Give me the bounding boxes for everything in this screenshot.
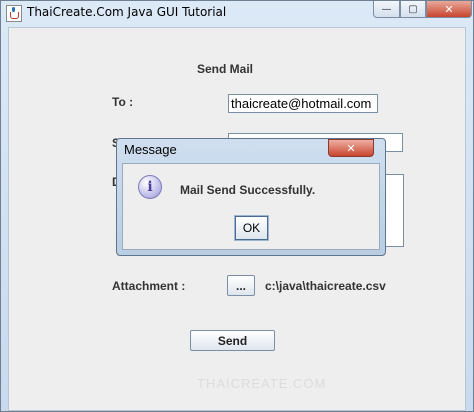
maximize-button[interactable]: ▢ [400, 1, 426, 18]
main-window: ThaiCreate.Com Java GUI Tutorial — ▢ ✕ S… [0, 0, 474, 412]
form-heading: Send Mail [197, 62, 254, 76]
ok-button[interactable]: OK [234, 215, 269, 241]
information-icon: i [138, 175, 162, 199]
dialog-title: Message [124, 142, 177, 157]
java-cup-icon[interactable] [6, 5, 22, 22]
close-button[interactable]: ✕ [426, 1, 472, 18]
send-button[interactable]: Send [190, 330, 275, 351]
dialog-close-button[interactable]: ✕ [328, 139, 374, 157]
title-bar[interactable]: ThaiCreate.Com Java GUI Tutorial — ▢ ✕ [1, 1, 473, 25]
window-title: ThaiCreate.Com Java GUI Tutorial [27, 5, 227, 19]
to-label: To : [112, 95, 134, 109]
attachment-label: Attachment : [112, 279, 186, 293]
message-dialog: Message ✕ i Mail Send Successfully. OK [116, 138, 386, 256]
browse-button[interactable]: ... [227, 275, 255, 296]
dialog-body: i Mail Send Successfully. OK [122, 163, 380, 250]
to-field[interactable]: thaicreate@hotmail.com [228, 94, 378, 113]
dialog-message: Mail Send Successfully. [180, 183, 316, 197]
attachment-path: c:\java\thaicreate.csv [265, 279, 386, 293]
minimize-button[interactable]: — [373, 1, 400, 18]
watermark: THAICREATE.COM [197, 376, 327, 391]
